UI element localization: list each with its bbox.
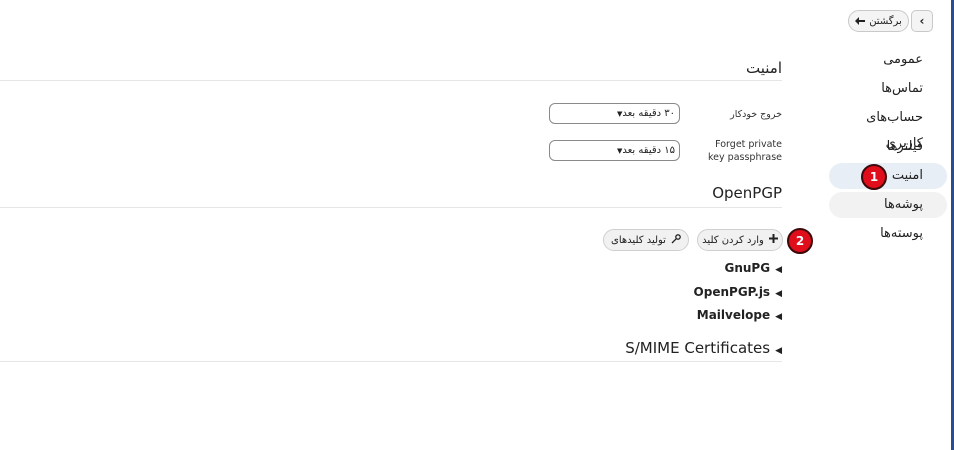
smime-section-toggle[interactable]: S/MIME Certificates ◀ bbox=[625, 339, 782, 357]
arrow-left-icon bbox=[855, 15, 866, 28]
sidebar-item-accounts[interactable]: حساب‌های کاربری bbox=[829, 105, 947, 151]
divider bbox=[0, 80, 782, 81]
sidebar-item-label: تماس‌ها bbox=[881, 81, 923, 96]
sidebar-item-folders[interactable]: پوشه‌ها bbox=[829, 192, 947, 218]
smime-title: S/MIME Certificates bbox=[625, 339, 771, 357]
openpgp-title: OpenPGP bbox=[712, 184, 782, 202]
generate-keys-label: تولید کلیدهای bbox=[611, 234, 666, 246]
back-button-label: برگشتن bbox=[869, 15, 902, 27]
sidebar-item-filters[interactable]: فیلترها bbox=[829, 134, 947, 160]
sidebar-item-themes[interactable]: پوسته‌ها bbox=[829, 221, 947, 247]
auto-logout-select[interactable]: ۳۰ دقیقه بعد▼ bbox=[549, 103, 680, 124]
divider bbox=[0, 361, 782, 362]
plus-icon bbox=[768, 234, 778, 246]
generate-keys-button[interactable]: تولید کلیدهای bbox=[603, 229, 689, 251]
sidebar-item-label: عمومی bbox=[883, 52, 923, 67]
import-key-button[interactable]: وارد کردن کلید bbox=[697, 229, 783, 251]
sidebar-item-label: پوسته‌ها bbox=[880, 226, 923, 241]
section-label: OpenPGP.js bbox=[693, 285, 771, 299]
back-button[interactable]: برگشتن bbox=[848, 10, 909, 32]
triangle-left-icon: ◀ bbox=[775, 265, 782, 275]
divider bbox=[0, 207, 782, 208]
sidebar-item-contacts[interactable]: تماس‌ها bbox=[829, 76, 947, 102]
openpgpjs-section-toggle[interactable]: OpenPGP.js ◀ bbox=[694, 285, 782, 299]
key-icon bbox=[671, 233, 681, 247]
chevron-left-icon: ‹ bbox=[919, 14, 925, 28]
auto-logout-label: خروج خودکار bbox=[730, 109, 782, 120]
triangle-left-icon: ◀ bbox=[775, 346, 782, 356]
gnupg-section-toggle[interactable]: GnuPG ◀ bbox=[724, 261, 782, 275]
section-label: Mailvelope bbox=[696, 308, 771, 322]
step-marker-1: 1 bbox=[861, 164, 887, 190]
triangle-left-icon: ◀ bbox=[775, 289, 782, 299]
forget-passphrase-label: Forget private key passphrase bbox=[708, 139, 782, 163]
mailvelope-section-toggle[interactable]: Mailvelope ◀ bbox=[697, 308, 782, 322]
sidebar-item-general[interactable]: عمومی bbox=[829, 47, 947, 73]
sidebar-item-security[interactable]: امنیت bbox=[829, 163, 947, 189]
sidebar-item-label: پوشه‌ها bbox=[883, 197, 923, 212]
collapse-sidebar-button[interactable]: ‹ bbox=[911, 10, 933, 32]
step-marker-2: 2 bbox=[787, 228, 813, 254]
sidebar-item-label: امنیت bbox=[891, 168, 923, 183]
triangle-left-icon: ◀ bbox=[775, 312, 782, 322]
forget-passphrase-value: ۱۵ دقیقه بعد bbox=[622, 145, 675, 156]
forget-passphrase-select[interactable]: ۱۵ دقیقه بعد▼ bbox=[549, 140, 680, 161]
sidebar-item-label: فیلترها bbox=[886, 139, 923, 154]
auto-logout-value: ۳۰ دقیقه بعد bbox=[622, 108, 675, 119]
security-title: امنیت bbox=[746, 59, 782, 77]
import-key-label: وارد کردن کلید bbox=[702, 234, 764, 246]
section-label: GnuPG bbox=[724, 261, 771, 275]
